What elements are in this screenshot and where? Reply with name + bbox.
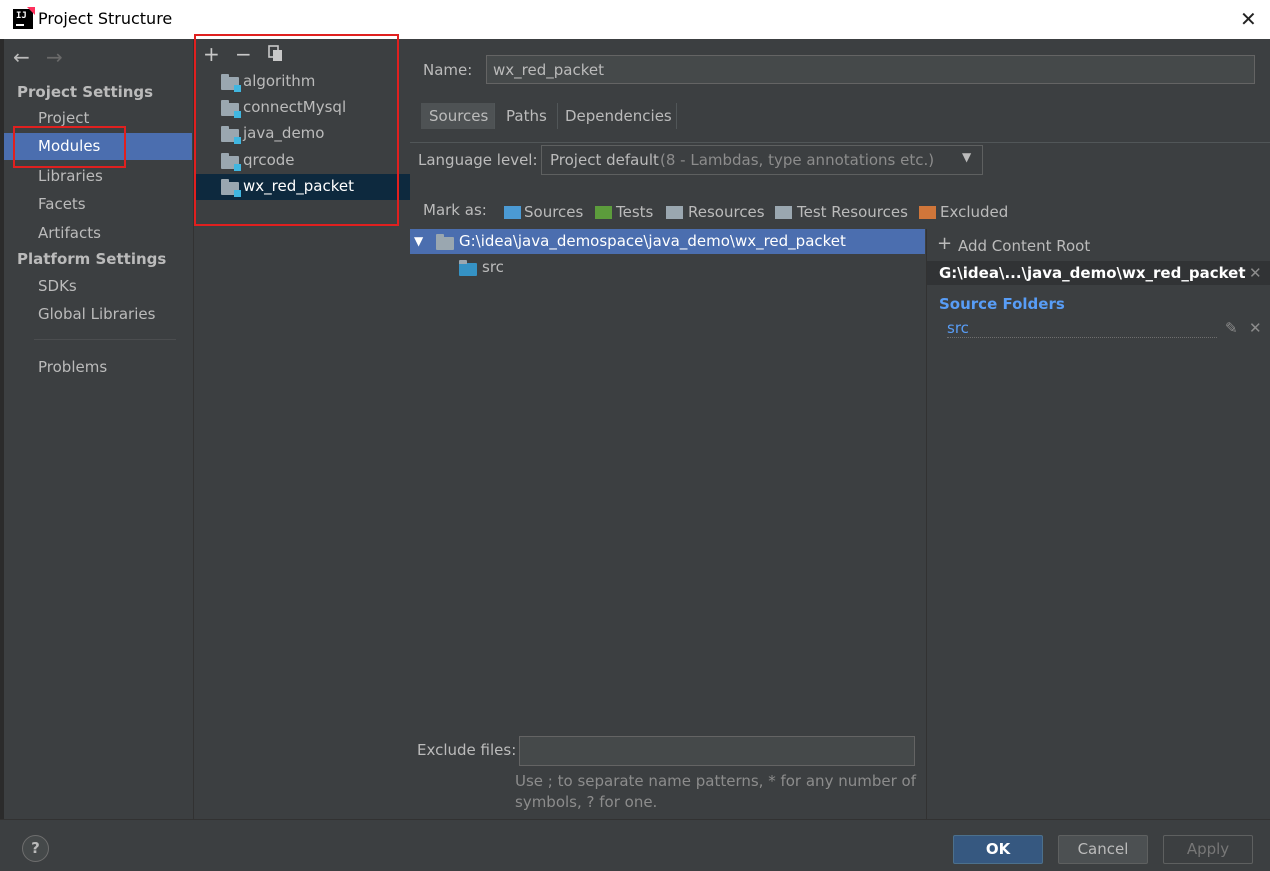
arrow-right-icon[interactable]: → (46, 45, 63, 69)
test-resources-folder-icon (775, 206, 792, 219)
remove-source-folder-icon[interactable]: ✕ (1249, 319, 1262, 337)
mark-as-label-text: Resources (688, 203, 765, 221)
close-icon[interactable]: ✕ (1240, 7, 1257, 31)
add-content-root-button[interactable]: + Add Content Root (937, 233, 1097, 257)
content-root-panel: + Add Content Root G:\idea\...\java_demo… (926, 229, 1270, 819)
help-button[interactable]: ? (22, 835, 49, 862)
sidebar-item-problems[interactable]: Problems (4, 354, 192, 381)
content-root-tree: ▼ G:\idea\java_demospace\java_demo\wx_re… (410, 229, 925, 719)
tab-separator (676, 103, 677, 129)
sources-folder-icon (504, 206, 521, 219)
tab-label: Dependencies (565, 107, 672, 125)
ok-button[interactable]: OK (953, 835, 1043, 864)
mark-as-label-text: Test Resources (797, 203, 908, 221)
modules-highlight-box (13, 126, 126, 168)
language-level-detail: (8 - Lambdas, type annotations etc.) (660, 151, 935, 169)
excluded-folder-icon (919, 206, 936, 219)
mark-as-resources-button[interactable]: Resources (666, 203, 766, 225)
mark-as-label-text: Excluded (940, 203, 1009, 221)
title-bar: IJ Project Structure ✕ (0, 0, 1270, 39)
platform-settings-header: Platform Settings (17, 250, 167, 268)
sidebar-item-sdks[interactable]: SDKs (4, 273, 192, 300)
expand-triangle-icon[interactable]: ▼ (414, 234, 423, 248)
tab-dependencies[interactable]: Dependencies (557, 103, 677, 129)
module-name-input[interactable] (486, 55, 1255, 84)
sidebar-item-label: Global Libraries (38, 305, 156, 323)
root-folder-icon (436, 234, 454, 250)
sidebar-item-facets[interactable]: Facets (4, 191, 192, 218)
tab-label: Paths (506, 107, 547, 125)
mark-as-tests-button[interactable]: Tests (595, 203, 657, 225)
sidebar-item-label: SDKs (38, 277, 77, 295)
source-folders-header: Source Folders (939, 295, 1065, 313)
exclude-hint-line-1: Use ; to separate name patterns, * for a… (515, 772, 916, 790)
edit-pencil-icon[interactable]: ✎ (1225, 319, 1238, 337)
tab-paths[interactable]: Paths (498, 103, 558, 129)
source-folder-label: src (947, 319, 969, 337)
add-content-root-label: Add Content Root (958, 237, 1091, 255)
sidebar-item-label: Facets (38, 195, 86, 213)
sidebar-item-artifacts[interactable]: Artifacts (4, 220, 192, 247)
module-list-panel: + − algorithm connectMysql java_demo qrc… (193, 34, 411, 819)
src-folder-icon (459, 260, 477, 276)
plus-icon: + (937, 233, 953, 254)
sidebar: ← → Project Settings Project Modules Lib… (4, 39, 192, 819)
language-level-value: Project default (550, 151, 659, 169)
sidebar-item-global-libraries[interactable]: Global Libraries (4, 301, 192, 328)
apply-button[interactable]: Apply (1163, 835, 1253, 864)
tab-separator (494, 103, 495, 129)
content-root-path-row: G:\idea\...\java_demo\wx_red_packet ✕ (927, 261, 1270, 285)
mark-as-label-text: Tests (616, 203, 654, 221)
tab-strip-border (410, 142, 1270, 143)
chevron-down-icon: ▼ (962, 150, 972, 164)
tests-folder-icon (595, 206, 612, 219)
project-settings-header: Project Settings (17, 83, 154, 101)
remove-content-root-icon[interactable]: ✕ (1249, 264, 1262, 282)
language-level-select[interactable]: Project default (8 - Lambdas, type annot… (541, 145, 983, 175)
resources-folder-icon (666, 206, 683, 219)
mark-as-label-text: Sources (524, 203, 584, 221)
sidebar-item-label: Project (38, 109, 90, 127)
tab-separator (557, 103, 558, 129)
mark-as-test-resources-button[interactable]: Test Resources (775, 203, 910, 225)
language-level-label: Language level: (418, 151, 538, 169)
tree-child-row[interactable]: src (410, 255, 925, 280)
cancel-button[interactable]: Cancel (1058, 835, 1148, 864)
exclude-files-label: Exclude files: (417, 741, 517, 759)
exclude-hint-line-2: symbols, ? for one. (515, 793, 658, 811)
arrow-left-icon[interactable]: ← (13, 45, 30, 69)
sidebar-item-label: Libraries (38, 167, 103, 185)
tree-root-row[interactable]: ▼ G:\idea\java_demospace\java_demo\wx_re… (410, 229, 925, 254)
sidebar-item-label: Problems (38, 358, 108, 376)
tab-label: Sources (429, 107, 489, 125)
sidebar-item-label: Artifacts (38, 224, 101, 242)
intellij-app-icon: IJ (13, 7, 35, 29)
tree-root-label: G:\idea\java_demospace\java_demo\wx_red_… (459, 232, 846, 250)
mark-as-excluded-button[interactable]: Excluded (919, 203, 1009, 225)
window-title: Project Structure (38, 9, 173, 28)
tab-sources[interactable]: Sources (421, 103, 494, 129)
name-label: Name: (423, 61, 473, 79)
exclude-files-input[interactable] (519, 736, 915, 766)
sidebar-divider (34, 339, 176, 340)
dialog-footer: ? OK Cancel Apply (0, 819, 1270, 871)
module-list-highlight-box (194, 34, 399, 226)
mark-as-sources-button[interactable]: Sources (504, 203, 586, 225)
content-root-path: G:\idea\...\java_demo\wx_red_packet (939, 264, 1246, 282)
tree-child-label: src (482, 258, 504, 276)
source-folder-row[interactable]: src (947, 319, 1217, 338)
mark-as-label: Mark as: (423, 201, 487, 219)
